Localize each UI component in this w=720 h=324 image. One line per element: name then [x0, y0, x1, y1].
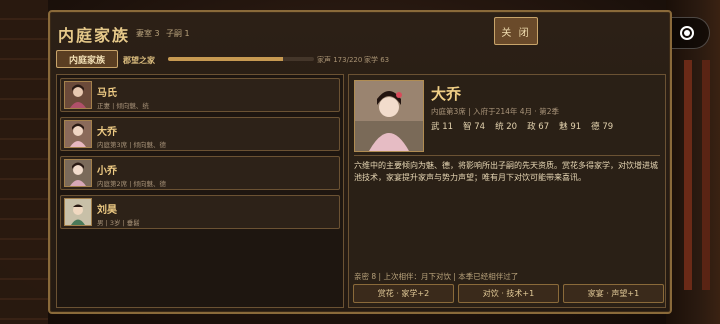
- avatar: [64, 159, 92, 187]
- member-name: 小乔: [97, 166, 117, 177]
- member-desc: 内庭第3席 | 倾向魅、德: [97, 141, 166, 149]
- stat-charm: 魅 91: [559, 122, 582, 132]
- wives-count: 妻室 3: [136, 29, 160, 38]
- member-row[interactable]: 马氏 正妻 | 倾向魅、统: [60, 78, 340, 112]
- stat-intellect: 智 74: [463, 122, 486, 132]
- family-study-text: 家学 63: [364, 56, 390, 64]
- detail-name: 大乔: [431, 85, 462, 103]
- avatar: [64, 120, 92, 148]
- member-name: 大乔: [97, 127, 117, 138]
- family-panel: 内庭家族 妻室 3 子嗣 1 关 闭 内庭家族 郡望之家 家声 173/220 …: [48, 10, 672, 314]
- flower-viewing-button[interactable]: 赏花 · 家学+2: [353, 284, 454, 303]
- member-name: 马氏: [97, 88, 117, 99]
- background-left: [0, 0, 48, 324]
- member-desc: 内庭第2席 | 倾向魅、德: [97, 180, 166, 188]
- avatar: [64, 198, 92, 226]
- close-button[interactable]: 关 闭: [494, 17, 538, 45]
- member-row[interactable]: 刘昊 男 | 3岁 | 垂髫: [60, 195, 340, 229]
- member-row[interactable]: 小乔 内庭第2席 | 倾向魅、德: [60, 156, 340, 190]
- banquet-button[interactable]: 家宴 · 声望+1: [563, 284, 664, 303]
- tab-inner-family[interactable]: 内庭家族: [56, 50, 118, 68]
- family-rank: 郡望之家: [123, 56, 155, 65]
- divider: [354, 155, 660, 156]
- action-buttons: 赏花 · 家学+2 对饮 · 技术+1 家宴 · 声望+1: [353, 284, 664, 303]
- detail-description: 六维中的主要倾向为魅、德，将影响所出子嗣的先天资质。赏花多得家学，对饮增进城池技…: [354, 161, 658, 182]
- stat-virtue: 德 79: [591, 122, 614, 132]
- intimacy-status: 亲密 8 | 上次相伴：月下对饮 | 本季已经相伴过了: [354, 272, 519, 281]
- prestige-text: 家声 173/220: [317, 56, 363, 64]
- member-name: 刘昊: [97, 205, 117, 216]
- avatar: [64, 81, 92, 109]
- drink-button[interactable]: 对饮 · 技术+1: [458, 284, 559, 303]
- stats-row: 武 11 智 74 统 20 政 67 魅 91 德 79: [431, 120, 613, 132]
- member-desc: 男 | 3岁 | 垂髫: [97, 219, 140, 227]
- stat-command: 统 20: [495, 122, 518, 132]
- member-detail: 大乔 内庭第3席 | 入府于214年 4月 · 第2季 武 11 智 74 统 …: [348, 74, 666, 308]
- member-desc: 正妻 | 倾向魅、统: [97, 102, 149, 110]
- panel-title: 内庭家族: [58, 26, 131, 45]
- detail-subtitle: 内庭第3席 | 入府于214年 4月 · 第2季: [431, 107, 559, 116]
- prestige-bar: [168, 57, 314, 61]
- member-row[interactable]: 大乔 内庭第3席 | 倾向魅、德: [60, 117, 340, 151]
- member-list: 马氏 正妻 | 倾向魅、统 大乔 内庭第3席 | 倾向魅、德 小乔 内庭第2席 …: [56, 74, 344, 308]
- portrait: [354, 80, 424, 152]
- prestige-bar-fill: [168, 57, 283, 61]
- stat-martial: 武 11: [431, 122, 454, 132]
- stat-politics: 政 67: [527, 122, 550, 132]
- children-count: 子嗣 1: [166, 29, 190, 38]
